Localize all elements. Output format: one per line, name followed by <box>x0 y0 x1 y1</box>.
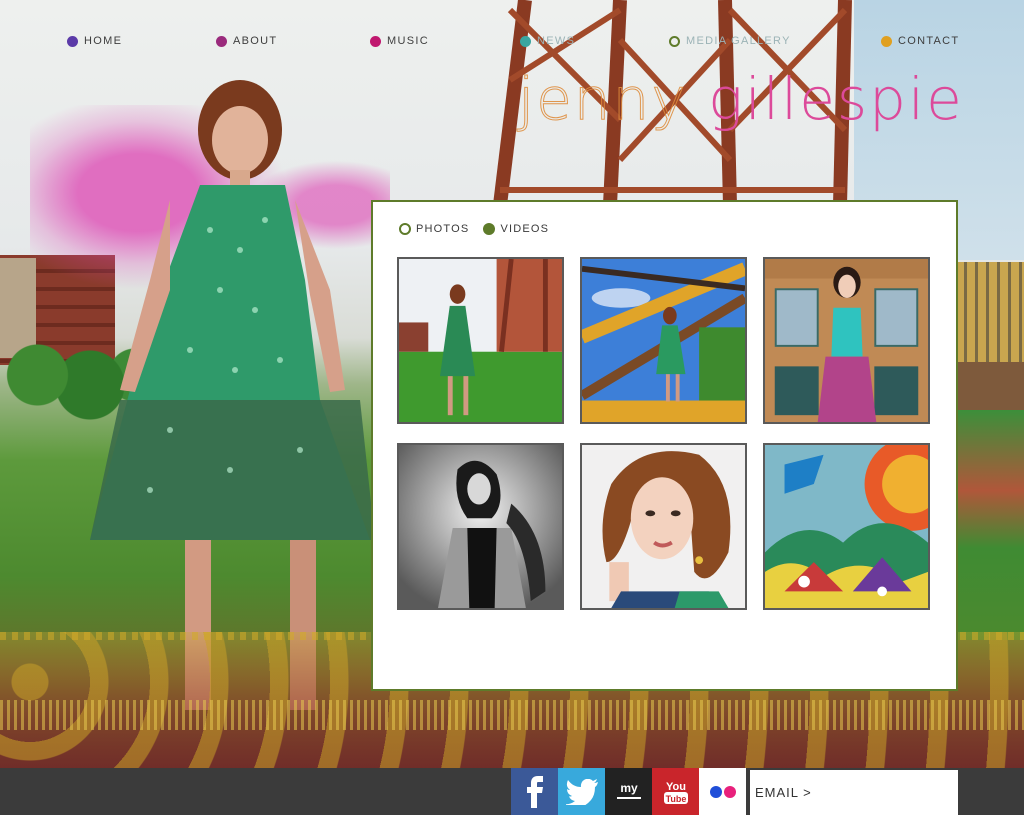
nav-label: HOME <box>84 35 123 47</box>
nav-label: CONTACT <box>898 35 960 47</box>
decorative-pattern <box>0 700 1024 730</box>
twitter-button[interactable] <box>558 768 605 815</box>
nav-dot-icon <box>67 35 78 47</box>
facebook-button[interactable] <box>511 768 558 815</box>
building <box>956 362 1024 412</box>
tab-ring-icon <box>399 223 411 235</box>
photo-image <box>765 445 928 608</box>
photo-image <box>399 445 562 608</box>
nav-label: MUSIC <box>387 35 429 47</box>
myspace-icon: my <box>616 781 641 799</box>
flickr-button[interactable] <box>699 768 746 815</box>
nav-dot-icon <box>881 35 892 47</box>
footer-bar: my You Tube EMAIL > <box>0 768 1024 815</box>
photo-thumbnail[interactable] <box>397 257 564 424</box>
nav-news[interactable]: NEWS <box>520 35 575 47</box>
tab-label: PHOTOS <box>416 223 470 235</box>
nav-media-gallery[interactable]: MEDIA GALLERY <box>669 35 791 47</box>
photo-grid <box>397 257 930 610</box>
tab-dot-icon <box>483 223 496 235</box>
photo-thumbnail[interactable] <box>580 443 747 610</box>
site-logo[interactable]: jenny gillespie <box>518 70 964 129</box>
logo-first-name: jenny <box>518 65 688 133</box>
youtube-button[interactable]: You Tube <box>652 768 699 815</box>
svg-text:my: my <box>620 781 638 795</box>
photo-image <box>582 445 745 608</box>
email-label: EMAIL > <box>755 785 812 800</box>
nav-dot-icon <box>520 35 531 47</box>
youtube-icon: You Tube <box>663 781 688 804</box>
photo-thumbnail[interactable] <box>397 443 564 610</box>
main-nav: HOME ABOUT MUSIC NEWS MEDIA GALLERY CONT… <box>0 35 1024 53</box>
photo-image <box>582 259 745 422</box>
gallery-tabs: PHOTOS VIDEOS <box>399 223 549 235</box>
svg-text:Tube: Tube <box>665 794 686 804</box>
nav-dot-icon <box>216 35 227 47</box>
nav-label: MEDIA GALLERY <box>686 35 791 47</box>
field <box>956 410 1024 640</box>
photo-thumbnail[interactable] <box>763 257 930 424</box>
photo-image <box>765 259 928 422</box>
email-signup-button[interactable]: EMAIL > <box>748 770 958 815</box>
myspace-button[interactable]: my <box>605 768 652 815</box>
twitter-icon <box>565 778 598 805</box>
tab-videos[interactable]: VIDEOS <box>483 223 549 235</box>
facebook-icon <box>526 775 543 808</box>
nav-label: ABOUT <box>233 35 278 47</box>
logo-last-name: gillespie <box>708 65 964 133</box>
flickr-icon <box>709 785 736 798</box>
photo-thumbnail[interactable] <box>580 257 747 424</box>
photo-thumbnail[interactable] <box>763 443 930 610</box>
nav-music[interactable]: MUSIC <box>370 35 429 47</box>
tab-photos[interactable]: PHOTOS <box>399 223 469 235</box>
nav-label: NEWS <box>537 35 576 47</box>
photo-image <box>399 259 562 422</box>
building <box>956 262 1024 367</box>
nav-ring-icon <box>669 35 680 47</box>
nav-dot-icon <box>370 35 381 47</box>
nav-about[interactable]: ABOUT <box>216 35 277 47</box>
tab-label: VIDEOS <box>500 223 550 235</box>
nav-contact[interactable]: CONTACT <box>881 35 959 47</box>
nav-home[interactable]: HOME <box>67 35 122 47</box>
svg-text:You: You <box>666 781 686 793</box>
media-gallery-panel: PHOTOS VIDEOS <box>371 200 958 691</box>
